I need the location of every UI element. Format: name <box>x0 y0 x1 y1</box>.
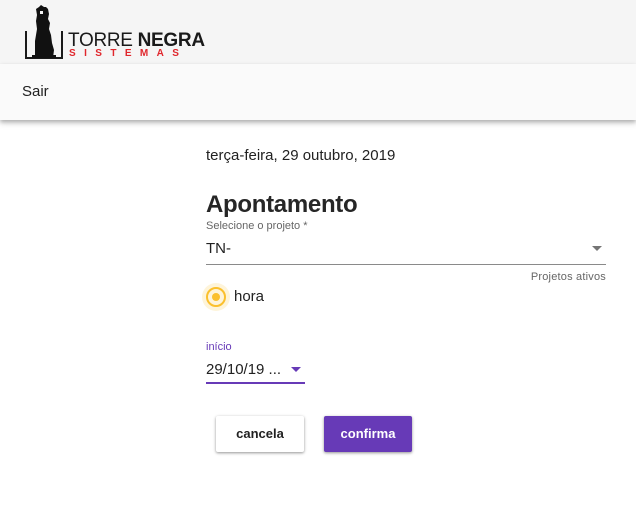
project-select[interactable]: TN- <box>206 236 606 265</box>
menu-bar: Sair <box>0 64 636 120</box>
inicio-value: 29/10/19 ... <box>206 361 282 378</box>
app-header: TORRE NEGRA SISTEMAS <box>0 0 636 64</box>
inicio-select[interactable]: 29/10/19 ... <box>206 357 305 384</box>
radio-dot <box>212 293 220 301</box>
sair-menu-item[interactable]: Sair <box>22 83 49 100</box>
project-select-value: TN- <box>206 240 231 257</box>
project-select-label: Selecione o projeto * <box>206 220 308 232</box>
dropdown-arrow-icon <box>291 367 301 372</box>
hora-radio-label: hora <box>234 288 265 305</box>
current-date: terça-feira, 29 outubro, 2019 <box>206 147 396 164</box>
radio-checked-icon[interactable] <box>206 287 226 307</box>
torre-negra-logo: TORRE NEGRA SISTEMAS <box>24 5 205 59</box>
inicio-label: início <box>206 341 232 353</box>
project-select-hint: Projetos ativos <box>530 271 606 283</box>
logo-subtitle: SISTEMAS <box>69 48 188 59</box>
cancel-button[interactable]: cancela <box>216 416 304 452</box>
dropdown-arrow-icon <box>592 246 602 251</box>
confirm-button[interactable]: confirma <box>324 416 412 452</box>
page-title: Apontamento <box>206 191 358 218</box>
